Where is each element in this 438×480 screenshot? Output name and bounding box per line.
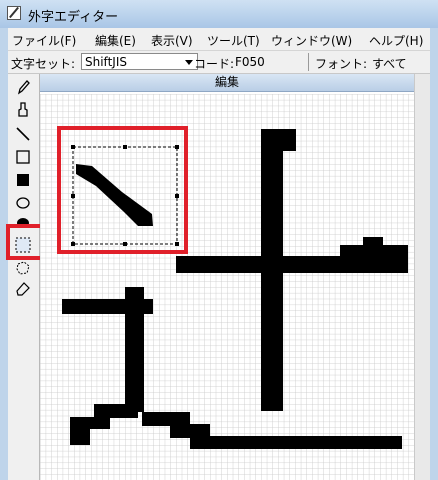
app-icon [7,6,21,20]
freeform-select-icon [16,261,30,275]
eraser-tool[interactable] [14,279,32,297]
charset-select[interactable]: ShiftJIS [81,53,198,70]
vertical-scrollbar[interactable] [414,74,431,480]
toolbar: 文字セット: ShiftJIS コード: F050 フォント: すべて [8,51,438,74]
brush-tool[interactable] [14,101,32,119]
editor-header: 編集 [40,74,414,92]
toolbar-separator [308,53,309,71]
filled-rectangle-icon [17,174,29,186]
freeform-select-tool[interactable] [14,259,32,277]
pencil-icon [17,80,30,95]
title-bar: 外字エディター [0,0,438,28]
window-border [430,28,438,480]
brush-icon [18,102,28,117]
menu-view[interactable]: 表示(V) [151,32,193,49]
line-icon [16,127,30,141]
charset-value: ShiftJIS [85,55,127,69]
menu-help[interactable]: ヘルプ(H) [369,32,423,49]
chevron-down-icon [185,60,193,65]
font-label: フォント: [315,57,368,71]
menu-edit[interactable]: 編集(E) [95,32,136,49]
menu-tools[interactable]: ツール(T) [207,32,260,49]
menu-bar: ファイル(F) 編集(E) 表示(V) ツール(T) ウィンドウ(W) ヘルプ(… [8,28,438,51]
hollow-ellipse-icon [16,197,30,209]
code-value: F050 [235,55,265,69]
line-tool[interactable] [14,125,32,143]
hollow-rectangle-icon [16,150,30,164]
tool-palette [8,74,40,480]
font-value: すべて [372,57,407,71]
tool-highlight [6,224,44,260]
menu-file[interactable]: ファイル(F) [12,32,76,49]
pencil-tool[interactable] [14,78,32,96]
filled-rectangle-tool[interactable] [14,171,32,189]
hollow-ellipse-tool[interactable] [14,194,32,212]
menu-window[interactable]: ウィンドウ(W) [271,32,352,49]
charset-label: 文字セット: [11,57,76,71]
eraser-icon [16,282,30,296]
code-label: コード: [194,57,235,71]
selection-highlight [57,126,188,254]
window-title: 外字エディター [28,10,119,25]
hollow-rectangle-tool[interactable] [14,148,32,166]
